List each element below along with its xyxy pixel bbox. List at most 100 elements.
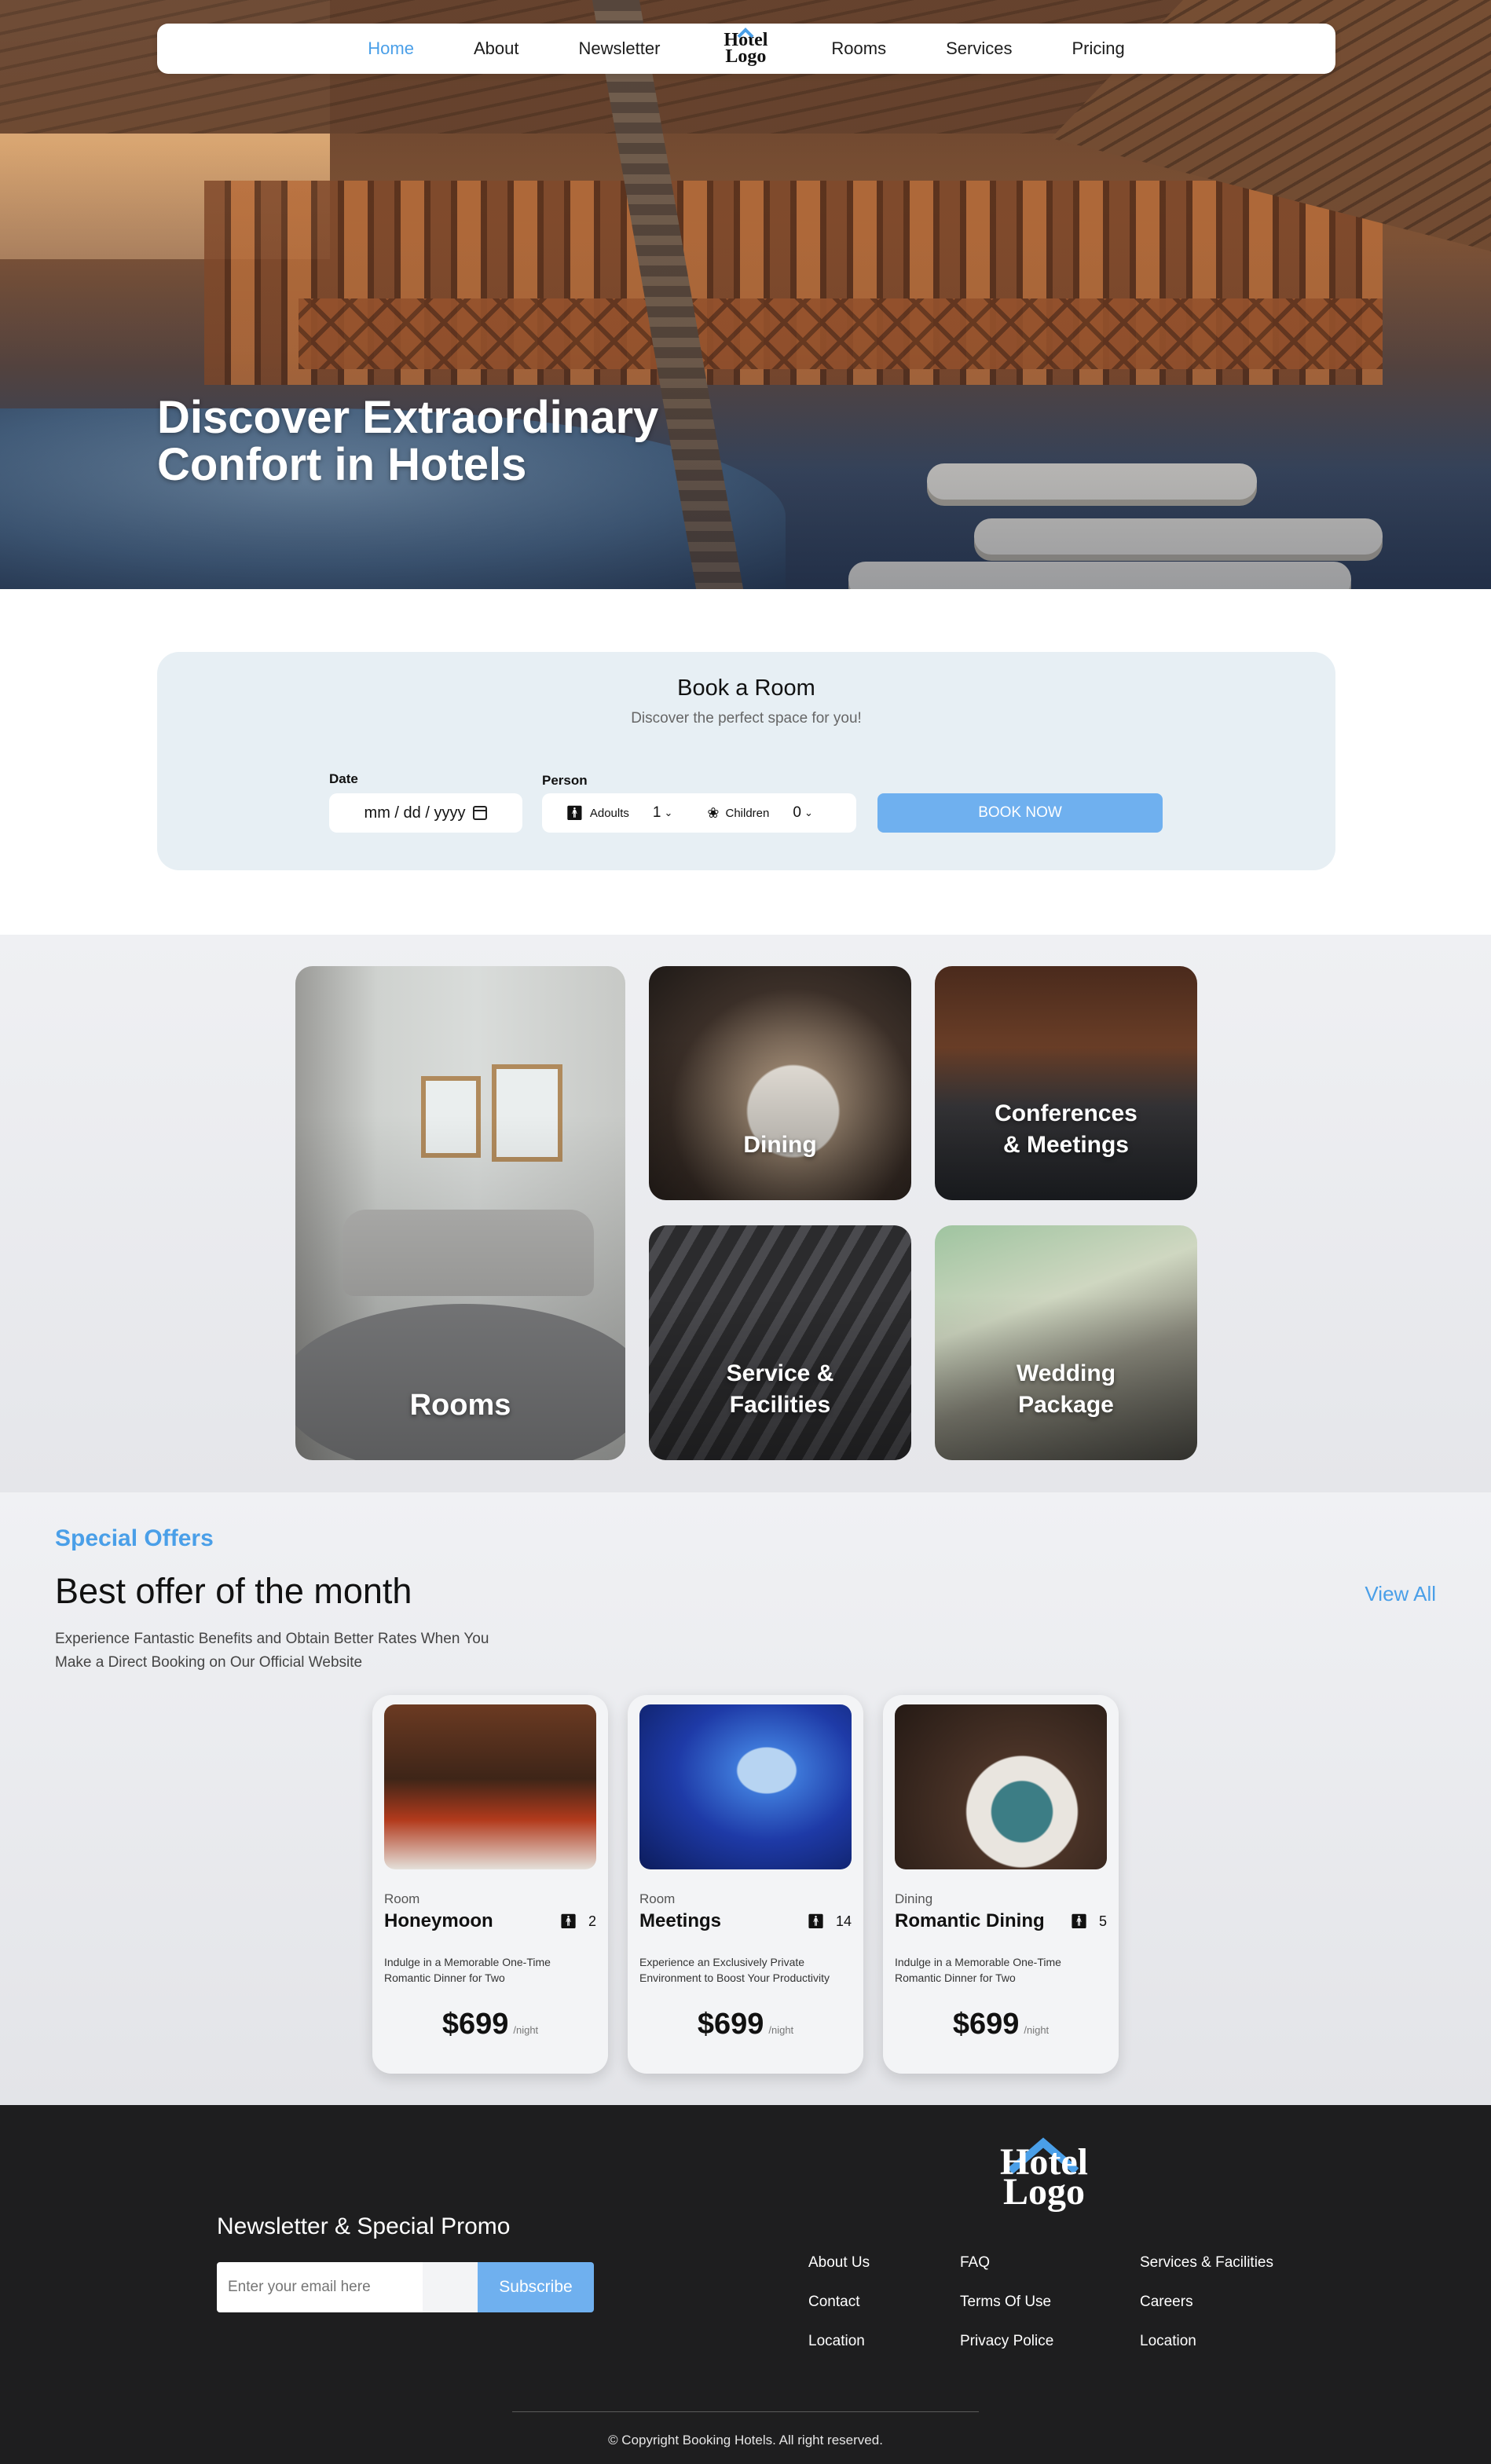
book-now-button[interactable]: BOOK NOW [877,793,1163,833]
offer-name: Meetings [639,1910,722,1931]
footer-link[interactable]: Terms Of Use [960,2294,1053,2333]
person-icon: 🚹︎ [559,1913,577,1929]
offers-description: Experience Fantastic Benefits and Obtain… [55,1627,526,1675]
category-wedding[interactable]: Wedding Package [935,1225,1197,1460]
footer-link[interactable]: Services & Facilities [1140,2254,1273,2294]
offer-category: Room [639,1891,676,1906]
footer-links-col3: Services & Facilities Careers Location [1140,2254,1273,2372]
category-wedding-label: Wedding Package [1017,1358,1116,1421]
offer-blurb: Experience an Exclusively Private Enviro… [639,1956,830,1984]
category-service-facilities[interactable]: Service & Facilities [649,1225,911,1460]
footer-link[interactable]: About Us [808,2254,870,2294]
input-spacer [423,2262,478,2312]
date-input[interactable]: mm / dd / yyyy [329,793,522,833]
children-select[interactable]: 0 [793,804,801,822]
capacity-value: 5 [1098,1913,1107,1929]
hero-section: Home About Newsletter Hotel Logo Rooms S… [0,0,1491,589]
offer-price: $699/night [372,2008,608,2041]
price-value: $699 [952,2008,1020,2041]
calendar-icon[interactable] [473,806,488,820]
category-conferences-label: Conferences & Meetings [995,1098,1137,1161]
categories-section: Rooms Dining Conferences & Meetings Serv… [0,935,1491,1492]
offer-category: Dining [895,1891,933,1906]
date-label: Date [329,771,358,786]
footer-logo-line2: Logo [1002,2171,1085,2213]
date-placeholder: mm / dd / yyyy [364,804,466,822]
wall-frame [421,1076,481,1158]
offer-capacity: 🚹︎ 2 [559,1913,596,1930]
nav-logo[interactable]: Hotel Logo [720,27,771,67]
logo-line2: Logo [725,46,767,67]
booking-panel: Book a Room Discover the perfect space f… [157,652,1335,870]
footer-link[interactable]: Privacy Police [960,2333,1053,2372]
category-rooms[interactable]: Rooms [295,966,625,1460]
top-navigation: Home About Newsletter Hotel Logo Rooms S… [157,24,1335,74]
offer-price: $699/night [883,2008,1119,2041]
nav-about[interactable]: About [474,38,519,59]
nav-pricing[interactable]: Pricing [1072,38,1124,59]
newsletter-form: Subscribe [217,2262,594,2312]
category-rooms-label: Rooms [409,1389,511,1422]
category-dining[interactable]: Dining [649,966,911,1200]
hero-shade [0,0,1491,589]
offer-card-meetings[interactable]: Room Meetings 🚹︎ 14 Experience an Exclusi… [628,1695,863,2074]
footer-link[interactable]: Careers [1140,2294,1273,2333]
footer-link[interactable]: FAQ [960,2254,1053,2294]
footer: Hotel Logo Newsletter & Special Promo Su… [0,2105,1491,2464]
price-unit: /night [513,2024,539,2036]
hero-title: Discover Extraordinary Confort in Hotels [157,394,658,489]
person-label: Person [542,773,588,788]
child-icon: ❀ [707,804,720,821]
nav-newsletter[interactable]: Newsletter [578,38,660,59]
footer-links-col2: FAQ Terms Of Use Privacy Police [960,2254,1053,2372]
offer-card-honeymoon[interactable]: Room Honeymoon 🚹︎ 2 Indulge in a Memorabl… [372,1695,608,2074]
offer-price: $699/night [628,2008,863,2041]
chevron-down-icon[interactable]: ⌄ [804,807,813,819]
footer-link[interactable]: Location [808,2333,870,2372]
copyright: © Copyright Booking Hotels. All right re… [608,2433,883,2448]
offers-kicker: Special Offers [55,1525,214,1551]
description-line: Experience Fantastic Benefits and Obtain… [55,1631,489,1647]
description-line: Make a Direct Booking on Our Official We… [55,1654,363,1671]
footer-divider [512,2411,979,2412]
adults-select[interactable]: 1 [653,804,661,822]
price-value: $699 [441,2008,509,2041]
person-icon: 🚹︎ [1070,1913,1088,1929]
children-label: Children [725,806,770,820]
offer-image [384,1704,596,1869]
subscribe-button[interactable]: Subscribe [478,2262,594,2312]
adults-label: Adoults [589,806,629,820]
email-input[interactable] [217,2262,423,2312]
booking-section: Book a Room Discover the perfect space f… [0,589,1491,935]
offer-blurb: Indulge in a Memorable One-Time Romantic… [895,1956,1061,1984]
category-dining-label: Dining [743,1132,817,1158]
view-all-link[interactable]: View All [1365,1582,1436,1606]
nav-rooms[interactable]: Rooms [831,38,886,59]
person-icon: 🚹︎ [807,1913,825,1929]
logo-roof-icon [737,27,754,38]
newsletter-title: Newsletter & Special Promo [217,2213,511,2239]
nav-home[interactable]: Home [368,38,414,59]
price-unit: /night [1024,2024,1050,2036]
label-line: Facilities [729,1392,831,1418]
adult-icon: 🚹︎ [566,804,584,821]
person-selector: 🚹︎ Adoults 1 ⌄ ❀ Children 0 ⌄ [542,793,856,833]
footer-link[interactable]: Location [1140,2333,1273,2372]
offer-card-romantic-dining[interactable]: Dining Romantic Dining 🚹︎ 5 Indulge in a … [883,1695,1119,2074]
offer-capacity: 🚹︎ 5 [1070,1913,1107,1930]
label-line: Service & [726,1360,834,1386]
price-value: $699 [697,2008,764,2041]
offer-image [639,1704,852,1869]
offer-capacity: 🚹︎ 14 [807,1913,852,1930]
capacity-value: 2 [588,1913,596,1929]
price-unit: /night [768,2024,794,2036]
footer-logo[interactable]: Hotel Logo [993,2137,1095,2213]
category-conferences[interactable]: Conferences & Meetings [935,966,1197,1200]
offer-category: Room [384,1891,420,1906]
offers-section: Special Offers Best offer of the month E… [0,1492,1491,2105]
chevron-down-icon[interactable]: ⌄ [664,807,672,819]
footer-link[interactable]: Contact [808,2294,870,2333]
offer-name: Honeymoon [384,1910,493,1931]
offer-blurb: Indulge in a Memorable One-Time Romantic… [384,1956,551,1984]
nav-services[interactable]: Services [946,38,1012,59]
